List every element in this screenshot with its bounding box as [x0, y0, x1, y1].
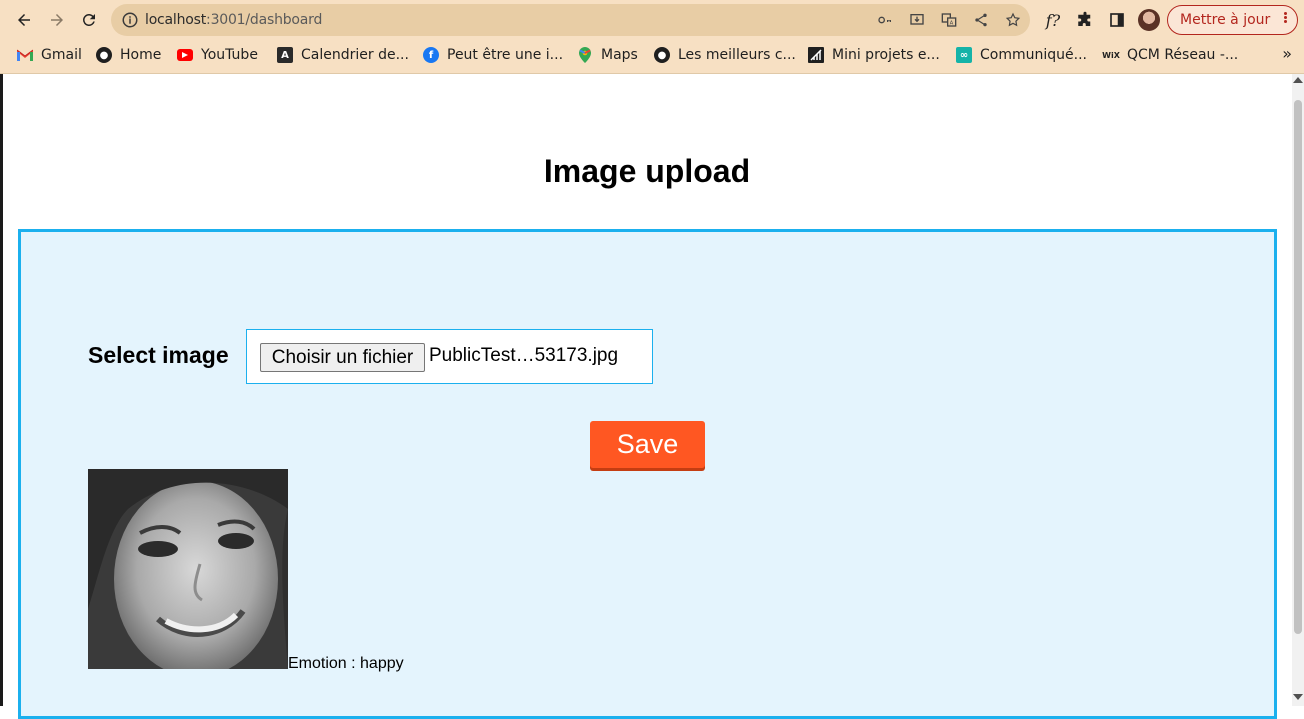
bookmark-label: Maps [601, 47, 638, 63]
profile-avatar[interactable] [1138, 9, 1160, 31]
bookmark-home[interactable]: ● Home [96, 45, 161, 65]
more-menu-icon [1283, 12, 1287, 23]
bookmark-gmail[interactable]: Gmail [17, 45, 82, 65]
bookmark-label: Communiqué... [980, 47, 1087, 63]
update-label: Mettre à jour [1180, 12, 1271, 28]
chart-icon [808, 47, 824, 63]
bookmark-label: Peut être une i... [447, 47, 564, 63]
youtube-icon [177, 49, 193, 61]
browser-toolbar: localhost:3001/dashboard A f? Mettre à j… [0, 0, 1304, 40]
globe-icon: ● [96, 47, 112, 63]
back-button[interactable] [10, 6, 38, 34]
install-app-icon[interactable] [908, 11, 926, 29]
maps-pin-icon [577, 47, 593, 63]
reload-icon [82, 13, 95, 26]
bookmark-label: Home [120, 47, 162, 63]
bookmark-facebook[interactable]: f Peut être une i... [423, 45, 563, 65]
bookmark-mini-projets[interactable]: Mini projets e... [808, 45, 940, 65]
page-title: Image upload [543, 153, 751, 189]
update-browser-button[interactable]: Mettre à jour [1167, 5, 1298, 35]
address-bar[interactable]: localhost:3001/dashboard A [111, 4, 1030, 36]
forward-button[interactable] [43, 6, 71, 34]
bookmarks-overflow-icon[interactable]: » [1282, 44, 1292, 63]
selected-file-name: PublicTest…53173.jpg [429, 345, 619, 366]
bookmark-label: QCM Réseau -... [1127, 47, 1239, 63]
reload-button[interactable] [75, 6, 103, 34]
bookmark-star-icon[interactable] [1004, 11, 1022, 29]
extension-fx-icon[interactable]: f? [1043, 10, 1063, 30]
scroll-down-icon[interactable] [1293, 694, 1303, 700]
save-button[interactable]: Save [590, 421, 705, 468]
bookmarks-bar: Gmail ● Home YouTube A Calendrier de... … [0, 40, 1304, 70]
bookmark-maps[interactable]: Maps [577, 45, 638, 65]
choose-file-button[interactable]: Choisir un fichier [260, 343, 425, 372]
globe-icon: ● [654, 47, 670, 63]
bookmark-label: Les meilleurs c... [678, 47, 796, 63]
arrow-right-icon [51, 14, 63, 26]
select-image-label: Select image [88, 342, 229, 368]
extensions-puzzle-icon[interactable] [1075, 10, 1095, 30]
share-icon[interactable] [972, 11, 990, 29]
bookmark-label: Mini projets e... [832, 47, 940, 63]
emotion-result: Emotion : happy [288, 655, 404, 672]
bookmark-label: Calendrier de... [301, 47, 409, 63]
bookmark-calendrier[interactable]: A Calendrier de... [277, 45, 409, 65]
translate-icon[interactable]: A [940, 11, 958, 29]
facebook-icon: f [423, 47, 439, 63]
arrow-left-icon [18, 14, 30, 26]
url-text: localhost:3001/dashboard [145, 12, 322, 28]
side-panel-icon[interactable] [1107, 10, 1127, 30]
uploaded-face-image [88, 469, 288, 669]
bookmark-label: Gmail [41, 47, 82, 63]
scrollbar-thumb[interactable] [1294, 100, 1302, 634]
bookmark-qcm-reseau[interactable]: WiX QCM Réseau -... [1102, 45, 1239, 65]
bookmark-communique[interactable]: ∞ Communiqué... [956, 45, 1087, 65]
scroll-up-icon[interactable] [1293, 77, 1303, 83]
browser-chrome: localhost:3001/dashboard A f? Mettre à j… [0, 0, 1304, 74]
url-host: localhost [145, 12, 207, 28]
svg-text:A: A [950, 21, 954, 27]
bookmark-les-meilleurs[interactable]: ● Les meilleurs c... [654, 45, 796, 65]
site-info-icon[interactable] [121, 11, 139, 29]
link-icon: ∞ [956, 47, 972, 63]
wix-icon: WiX [1102, 50, 1120, 60]
bookmark-label: YouTube [201, 47, 258, 63]
angular-icon: A [277, 47, 293, 63]
gmail-icon [17, 47, 33, 63]
key-icon[interactable] [876, 11, 894, 29]
bookmark-youtube[interactable]: YouTube [177, 45, 258, 65]
url-path: :3001/dashboard [206, 12, 323, 28]
